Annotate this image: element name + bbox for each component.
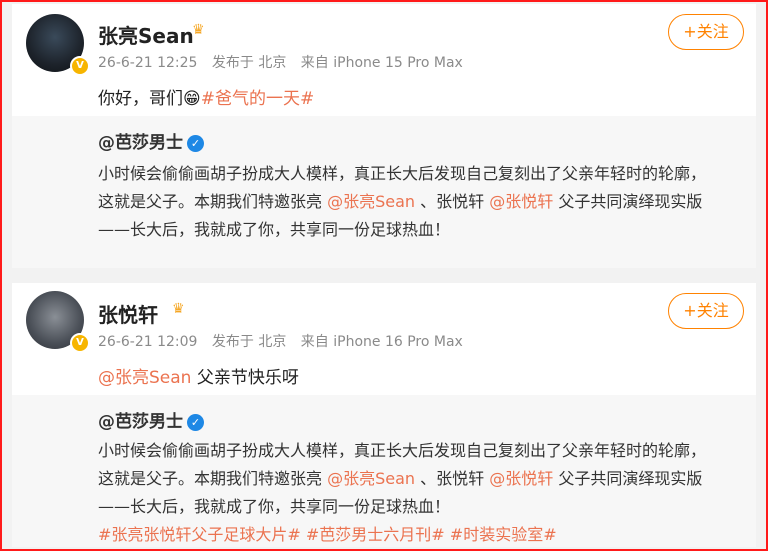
repost-line-1: 小时候会偷偷画胡子扮成大人模样，真正长大后发现自己复刻出了父亲年轻时的轮廓， xyxy=(98,164,707,183)
vip-badge-icon: V xyxy=(70,56,90,76)
repost-author: @芭莎男士 ✓ xyxy=(98,128,204,153)
crown-icon: ♛ xyxy=(172,301,185,317)
mention-link[interactable]: @张亮Sean xyxy=(98,368,191,388)
post-time[interactable]: 26-6-21 12:09 xyxy=(98,334,197,350)
grin-emoji-icon: 😁 xyxy=(183,89,201,109)
post-text: @张亮Sean 父亲节快乐呀 xyxy=(98,363,299,388)
author-name[interactable]: 张亮Sean xyxy=(98,20,194,49)
post-location: 发布于 北京 xyxy=(211,55,287,71)
repost-author: @芭莎男士 ✓ xyxy=(98,407,204,432)
repost-text: 这就是父子。本期我们特邀张亮 xyxy=(98,469,323,488)
repost-line-2: 这就是父子。本期我们特邀张亮 @张亮Sean 、张悦轩 @张悦轩 父子共同演绎现… xyxy=(98,188,702,212)
post-meta: 26-6-21 12:25 发布于 北京 来自 iPhone 15 Pro Ma… xyxy=(98,52,473,72)
verified-icon: ✓ xyxy=(187,134,204,152)
post-text-rest: 父亲节快乐呀 xyxy=(196,368,299,388)
post-time[interactable]: 26-6-21 12:25 xyxy=(98,55,197,71)
repost-text: 、张悦轩 xyxy=(420,469,485,488)
repost-text: 这就是父子。本期我们特邀张亮 xyxy=(98,192,323,211)
post-text: 你好，哥们😁#爸气的一天# xyxy=(98,84,314,109)
hashtag-link[interactable]: #爸气的一天# xyxy=(201,89,315,109)
hashtag-links[interactable]: #张亮张悦轩父子足球大片# #芭莎男士六月刊# #时装实验室# xyxy=(98,521,557,545)
repost-line-2: 这就是父子。本期我们特邀张亮 @张亮Sean 、张悦轩 @张悦轩 父子共同演绎现… xyxy=(98,465,702,489)
repost-line-3: ——长大后，我就成了你，共享同一份足球热血！ xyxy=(98,497,451,516)
repost-author-name[interactable]: @芭莎男士 xyxy=(98,133,183,153)
mention-link[interactable]: @张亮Sean xyxy=(327,192,415,211)
author-name[interactable]: 张悦轩 xyxy=(98,299,158,328)
post-meta: 26-6-21 12:09 发布于 北京 来自 iPhone 16 Pro Ma… xyxy=(98,331,473,351)
post-device: 来自 iPhone 15 Pro Max xyxy=(300,55,463,71)
follow-button[interactable]: +关注 xyxy=(668,14,744,50)
post-device: 来自 iPhone 16 Pro Max xyxy=(300,334,463,350)
follow-button[interactable]: +关注 xyxy=(668,293,744,329)
repost-text: 父子共同演绎现实版 xyxy=(558,192,703,211)
screenshot-frame: V 张亮Sean ♛ 26-6-21 12:25 发布于 北京 来自 iPhon… xyxy=(0,0,768,551)
post-text-prefix: 你好，哥们 xyxy=(98,89,183,109)
repost-line-3: ——长大后，我就成了你，共享同一份足球热血！ xyxy=(98,220,451,239)
weibo-post-1: V 张亮Sean ♛ 26-6-21 12:25 发布于 北京 来自 iPhon… xyxy=(12,4,756,268)
mention-link[interactable]: @张亮Sean xyxy=(327,469,415,488)
repost-box[interactable]: @芭莎男士 ✓ 小时候会偷偷画胡子扮成大人模样，真正长大后发现自己复刻出了父亲年轻… xyxy=(12,116,756,268)
crown-icon: ♛ xyxy=(192,22,205,38)
mention-link[interactable]: @张悦轩 xyxy=(489,469,553,488)
post-location: 发布于 北京 xyxy=(211,334,287,350)
vip-badge-icon: V xyxy=(70,333,90,353)
repost-box[interactable]: @芭莎男士 ✓ 小时候会偷偷画胡子扮成大人模样，真正长大后发现自己复刻出了父亲年轻… xyxy=(12,395,756,547)
verified-icon: ✓ xyxy=(187,413,204,431)
mention-link[interactable]: @张悦轩 xyxy=(489,192,553,211)
repost-line-1: 小时候会偷偷画胡子扮成大人模样，真正长大后发现自己复刻出了父亲年轻时的轮廓， xyxy=(98,441,707,460)
weibo-post-2: V 张悦轩 ♛ 26-6-21 12:09 发布于 北京 来自 iPhone 1… xyxy=(12,283,756,547)
repost-text: 父子共同演绎现实版 xyxy=(558,469,703,488)
repost-text: 、张悦轩 xyxy=(420,192,485,211)
repost-author-name[interactable]: @芭莎男士 xyxy=(98,412,183,432)
